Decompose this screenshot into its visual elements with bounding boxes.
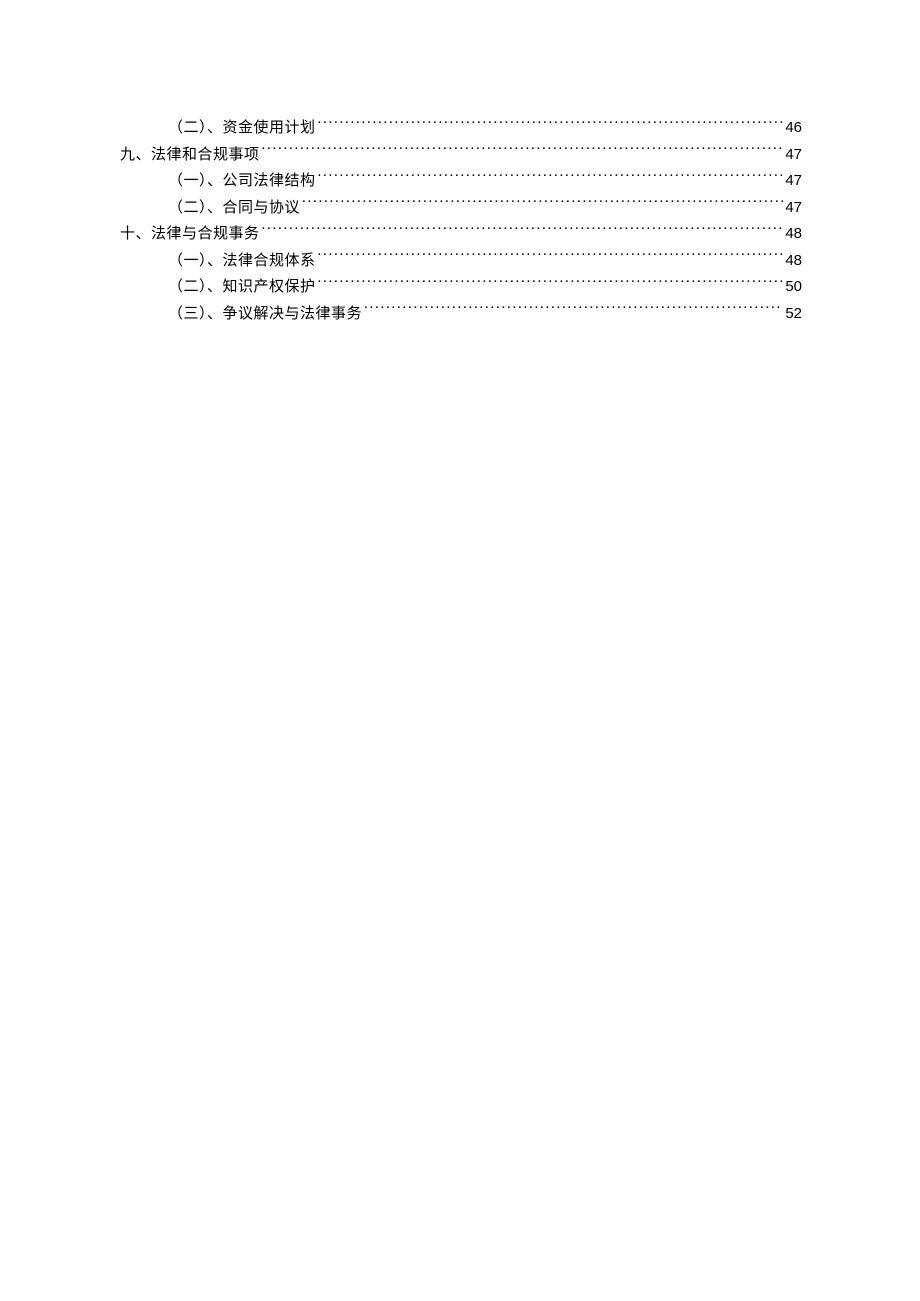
toc-page-number: 48 xyxy=(785,221,802,247)
toc-entry: 十、法律与合规事务 48 xyxy=(120,221,802,248)
toc-page-number: 50 xyxy=(785,274,802,300)
toc-leader-dots xyxy=(364,303,783,318)
toc-leader-dots xyxy=(318,170,784,185)
toc-label: 九、法律和合规事项 xyxy=(120,143,260,169)
toc-leader-dots xyxy=(318,117,784,132)
toc-entry: （一）、法律合规体系 48 xyxy=(120,248,802,275)
document-page: （二）、资金使用计划 46 九、法律和合规事项 47 （一）、公司法律结构 47… xyxy=(0,0,920,327)
toc-label: 十、法律与合规事务 xyxy=(120,222,260,248)
toc-entry: （二）、知识产权保护 50 xyxy=(120,274,802,301)
toc-leader-dots xyxy=(262,223,784,238)
toc-page-number: 47 xyxy=(785,195,802,221)
toc-page-number: 46 xyxy=(785,115,802,141)
toc-label: （一）、公司法律结构 xyxy=(168,169,316,195)
toc-entry: （二）、资金使用计划 46 xyxy=(120,115,802,142)
toc-page-number: 47 xyxy=(785,168,802,194)
toc-entry: （一）、公司法律结构 47 xyxy=(120,168,802,195)
toc-label: （二）、合同与协议 xyxy=(168,196,300,222)
toc-page-number: 47 xyxy=(785,142,802,168)
toc-leader-dots xyxy=(302,197,783,212)
toc-entry: 九、法律和合规事项 47 xyxy=(120,142,802,169)
toc-leader-dots xyxy=(262,144,784,159)
toc-label: （三）、争议解决与法律事务 xyxy=(168,302,362,328)
toc-entry: （三）、争议解决与法律事务 52 xyxy=(120,301,802,328)
toc-page-number: 52 xyxy=(785,301,802,327)
toc-label: （一）、法律合规体系 xyxy=(168,249,316,275)
toc-leader-dots xyxy=(318,276,784,291)
toc-page-number: 48 xyxy=(785,248,802,274)
toc-label: （二）、资金使用计划 xyxy=(168,116,316,142)
toc-entry: （二）、合同与协议 47 xyxy=(120,195,802,222)
toc-leader-dots xyxy=(318,250,784,265)
toc-label: （二）、知识产权保护 xyxy=(168,275,316,301)
